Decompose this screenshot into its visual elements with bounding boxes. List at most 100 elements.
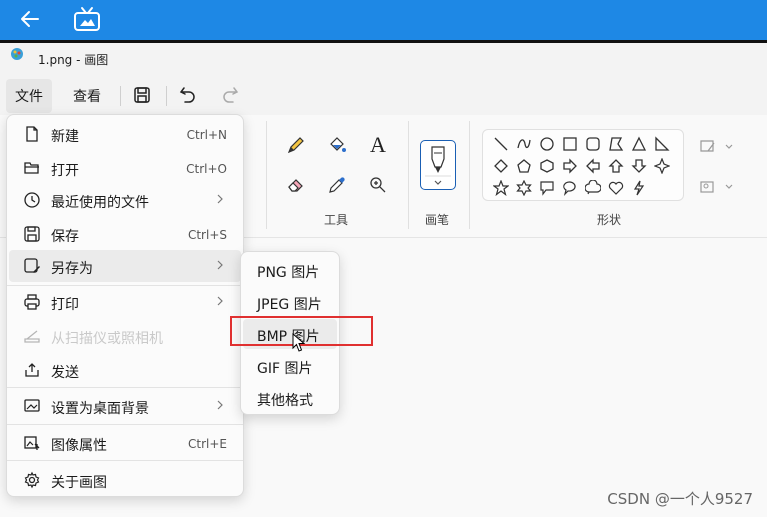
fill-dropdown[interactable] [698, 175, 738, 199]
file-menu-button[interactable]: 文件 [6, 79, 52, 113]
chevron-right-icon [217, 400, 223, 410]
curve-shape[interactable] [514, 134, 534, 154]
menu-bar: 文件 查看 [0, 77, 767, 115]
save-icon [134, 87, 150, 103]
magnifier-tool[interactable] [364, 171, 392, 199]
tools-group-label: 工具 [324, 213, 349, 227]
down-arrow-shape[interactable] [629, 156, 649, 176]
menu-item-label: 关于画图 [51, 475, 107, 491]
submenu-item-png[interactable]: PNG 图片 [243, 255, 337, 285]
submenu-item-label: JPEG 图片 [257, 297, 322, 313]
shapes-group-label: 形状 [597, 213, 622, 227]
menu-item-save[interactable]: 保存 Ctrl+S [9, 218, 241, 250]
back-arrow-icon[interactable] [18, 6, 42, 32]
pentagon-shape[interactable] [514, 156, 534, 176]
left-arrow-shape[interactable] [583, 156, 603, 176]
menu-item-about[interactable]: 关于画图 [9, 464, 241, 496]
menu-item-label: 打开 [51, 163, 79, 179]
eraser-tool[interactable] [282, 171, 310, 199]
zoom-icon [370, 177, 386, 193]
paint-bucket-icon [330, 137, 346, 152]
chevron-right-icon [217, 260, 223, 270]
submenu-item-label: PNG 图片 [257, 265, 320, 281]
divider [266, 121, 267, 229]
menu-item-open[interactable]: 打开 Ctrl+O [9, 152, 241, 184]
divider [7, 424, 243, 425]
redo-icon [223, 87, 239, 103]
triangle-shape[interactable] [629, 134, 649, 154]
divider [120, 86, 121, 106]
diamond-shape[interactable] [491, 156, 511, 176]
divider [469, 121, 470, 229]
outline-dropdown[interactable] [698, 135, 738, 159]
shortcut-label: Ctrl+E [188, 437, 227, 451]
menu-item-scanner: 从扫描仪或照相机 [9, 320, 241, 352]
menu-item-label: 发送 [51, 365, 79, 381]
menu-item-new[interactable]: 新建 Ctrl+N [9, 118, 241, 150]
five-point-star-shape[interactable] [491, 178, 511, 198]
printer-icon [24, 294, 40, 310]
brush-button[interactable] [420, 140, 456, 190]
text-tool[interactable]: A [364, 131, 392, 159]
window-title: 1.png - 画图 [38, 53, 109, 67]
menu-item-save-as[interactable]: 另存为 [9, 250, 241, 282]
menu-item-set-wallpaper[interactable]: 设置为桌面背景 [9, 390, 241, 422]
outline-icon [700, 140, 715, 152]
hexagon-icon [540, 159, 554, 173]
menu-item-image-properties[interactable]: 图像属性 Ctrl+E [9, 427, 241, 459]
heart-shape[interactable] [606, 178, 626, 198]
eyedropper-icon [329, 177, 345, 193]
polygon-shape[interactable] [606, 134, 626, 154]
divider [166, 86, 167, 106]
pentagon-icon [517, 159, 531, 173]
line-shape[interactable] [491, 134, 511, 154]
rect-callout-icon [540, 181, 554, 196]
pencil-icon [287, 137, 304, 154]
submenu-item-jpeg[interactable]: JPEG 图片 [243, 287, 337, 317]
menu-item-print[interactable]: 打印 [9, 286, 241, 318]
right-triangle-shape[interactable] [652, 134, 672, 154]
redo-button[interactable] [218, 83, 242, 107]
save-icon [24, 226, 40, 242]
submenu-item-label: GIF 图片 [257, 361, 313, 377]
shortcut-label: Ctrl+N [186, 128, 227, 142]
right-triangle-icon [655, 136, 670, 151]
cloud-callout-icon [585, 180, 601, 195]
right-arrow-shape[interactable] [560, 156, 580, 176]
up-arrow-shape[interactable] [606, 156, 626, 176]
six-point-star-shape[interactable] [514, 178, 534, 198]
view-menu-button[interactable]: 查看 [64, 79, 110, 113]
menu-item-recent[interactable]: 最近使用的文件 [9, 184, 241, 216]
divider [7, 460, 243, 461]
divider [408, 121, 409, 229]
oval-shape[interactable] [537, 134, 557, 154]
submenu-item-gif[interactable]: GIF 图片 [243, 351, 337, 381]
hexagon-shape[interactable] [537, 156, 557, 176]
paint-app-icon [11, 48, 23, 60]
text-tool-label: A [370, 132, 386, 157]
wallpaper-icon [24, 399, 40, 412]
heart-icon [608, 181, 624, 195]
menu-item-send[interactable]: 发送 [9, 354, 241, 386]
rect-callout-shape[interactable] [537, 178, 557, 198]
oval-callout-shape[interactable] [560, 178, 580, 198]
tv-icon[interactable] [73, 4, 101, 34]
menu-item-label: 设置为桌面背景 [51, 401, 149, 417]
menu-item-label: 新建 [51, 129, 79, 145]
lightning-icon [633, 180, 645, 196]
pencil-tool[interactable] [282, 131, 310, 159]
rectangle-shape[interactable] [560, 134, 580, 154]
lightning-shape[interactable] [629, 178, 649, 198]
four-point-star-shape[interactable] [652, 156, 672, 176]
four-point-star-icon [654, 158, 670, 174]
cloud-callout-shape[interactable] [583, 178, 603, 198]
submenu-item-other-formats[interactable]: 其他格式 [243, 383, 337, 413]
image-properties-icon [24, 436, 40, 450]
file-menu: 新建 Ctrl+N 打开 Ctrl+O 最近使用的文件 保存 Ctrl+S 另存… [6, 114, 244, 497]
fill-tool[interactable] [323, 131, 351, 159]
rounded-rectangle-shape[interactable] [583, 134, 603, 154]
top-app-bar [0, 0, 767, 40]
color-picker-tool[interactable] [323, 171, 351, 199]
save-button[interactable] [130, 83, 154, 107]
undo-button[interactable] [176, 83, 200, 107]
